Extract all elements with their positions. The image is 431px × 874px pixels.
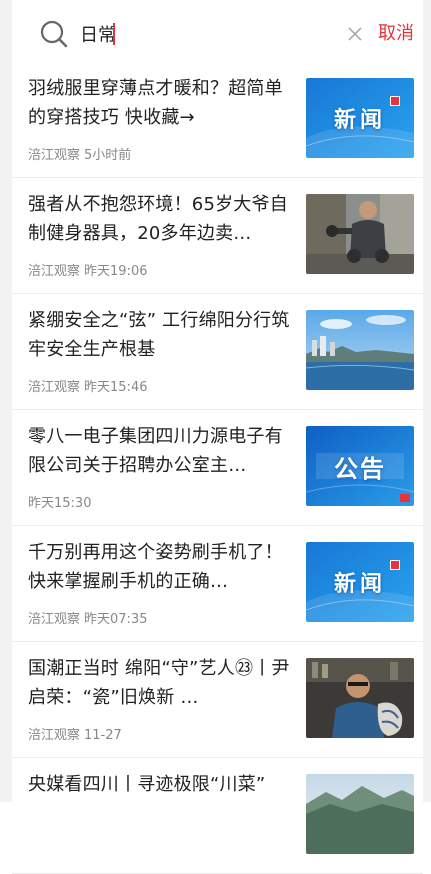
news-time: 昨天19:06 [84,264,148,279]
news-title: 央媒看四川丨寻迹极限“川菜” [28,774,266,795]
search-bar: 取消 [12,0,423,68]
news-time: 昨天07:35 [84,612,148,627]
left-gutter [0,0,12,802]
right-gutter [423,0,431,802]
thumbnail-text: 新闻 [333,107,386,133]
news-item[interactable]: 千万别再用这个姿势刷手机了！快来掌握刷手机的正确… 涪江观察 昨天07:35 新闻 [12,526,423,642]
news-item[interactable]: 羽绒服里穿薄点才暖和？超简单的穿搭技巧 快收藏→ 涪江观察 5小时前 新闻 [12,62,423,178]
news-title: 紧绷安全之“弦” 工行绵阳分行筑牢安全生产根基 [28,310,290,360]
cancel-button[interactable]: 取消 [378,20,414,48]
news-thumbnail [306,658,414,738]
news-time: 11-27 [84,728,122,743]
news-item[interactable]: 零八一电子集团四川力源电子有限公司关于招聘办公室主… 昨天15:30 公告 [12,410,423,526]
news-meta: 涪江观察 昨天07:35 [28,608,147,627]
news-item[interactable]: 国潮正当时 绵阳“守”艺人㉓丨尹启荣：“瓷”旧焕新 … 涪江观察 11-27 [12,642,423,758]
news-title: 零八一电子集团四川力源电子有限公司关于招聘办公室主… [28,426,283,476]
news-time: 昨天15:30 [28,496,92,511]
news-source: 涪江观察 [28,148,81,163]
news-badge [390,560,400,570]
news-thumbnail [306,194,414,274]
close-icon[interactable] [345,24,365,44]
news-source: 涪江观察 [28,264,81,279]
news-title: 国潮正当时 绵阳“守”艺人㉓丨尹启荣：“瓷”旧焕新 … [28,658,290,708]
news-meta: 涪江观察 5小时前 [28,144,131,163]
news-thumbnail: 新闻 [306,542,414,622]
news-thumbnail: 新闻 [306,78,414,158]
news-thumbnail: 公告 [306,426,414,506]
news-badge [400,494,410,502]
news-title: 羽绒服里穿薄点才暖和？超简单的穿搭技巧 快收藏→ [28,78,283,128]
news-meta: 昨天15:30 [28,492,91,511]
news-title: 强者从不抱怨环境！65岁大爷自制健身器具，20多年边卖… [28,194,288,244]
news-meta: 涪江观察 昨天15:46 [28,376,147,395]
news-source: 涪江观察 [28,612,81,627]
thumbnail-text: 公告 [334,454,386,483]
news-time: 5小时前 [84,148,132,163]
search-input[interactable] [80,18,350,50]
news-title: 千万别再用这个姿势刷手机了！快来掌握刷手机的正确… [28,542,283,592]
news-meta: 涪江观察 11-27 [28,724,122,743]
news-time: 昨天15:46 [84,380,148,395]
news-item[interactable]: 强者从不抱怨环境！65岁大爷自制健身器具，20多年边卖… 涪江观察 昨天19:06 [12,178,423,294]
thumbnail-text: 新闻 [333,571,386,597]
news-source: 涪江观察 [28,380,81,395]
news-thumbnail [306,310,414,390]
text-cursor [113,23,115,45]
news-source: 涪江观察 [28,728,81,743]
news-meta: 涪江观察 昨天19:06 [28,260,147,279]
news-item[interactable]: 紧绷安全之“弦” 工行绵阳分行筑牢安全生产根基 涪江观察 昨天15:46 [12,294,423,410]
news-badge [390,96,400,106]
news-list: 羽绒服里穿薄点才暖和？超简单的穿搭技巧 快收藏→ 涪江观察 5小时前 新闻 强者从… [12,62,423,874]
news-item[interactable]: 央媒看四川丨寻迹极限“川菜” [12,758,423,874]
news-thumbnail [306,774,414,854]
search-icon [40,20,68,48]
